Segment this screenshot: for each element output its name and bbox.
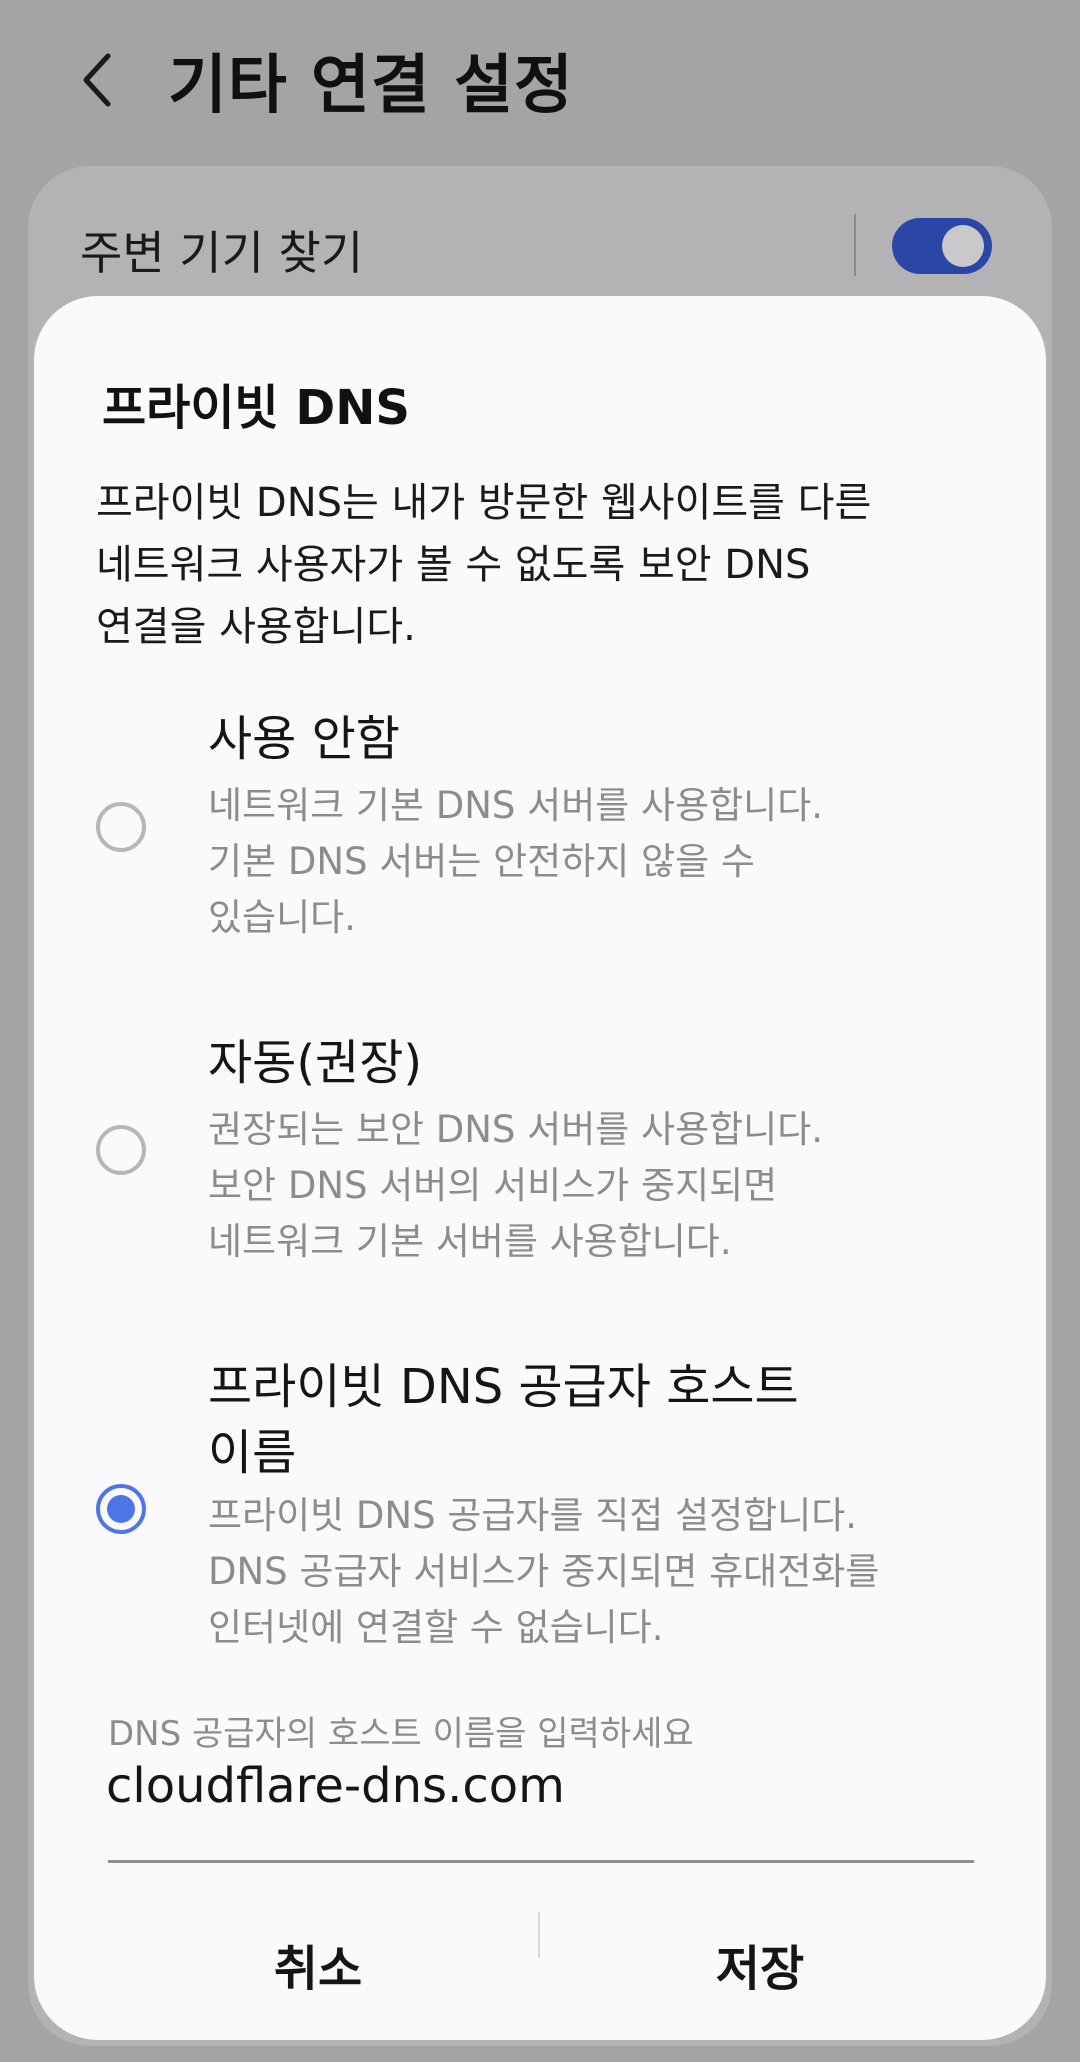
nearby-devices-toggle[interactable] <box>892 218 992 274</box>
top-app-bar: 기타 연결 설정 <box>0 0 1080 160</box>
nearby-devices-label: 주변 기기 찾기 <box>80 226 364 280</box>
option-auto-title: 자동(권장) <box>208 1035 423 1091</box>
page-title: 기타 연결 설정 <box>168 49 574 123</box>
dialog-title: 프라이빗 DNS <box>102 380 410 436</box>
option-off-title: 사용 안함 <box>208 711 400 767</box>
radio-hostname[interactable] <box>96 1484 146 1534</box>
option-hostname-description: 프라이빗 DNS 공급자를 직접 설정합니다. DNS 공급자 서비스가 중지되… <box>208 1494 880 1649</box>
dialog-description: 프라이빗 DNS는 내가 방문한 웹사이트를 다른 네트워크 사용자가 볼 수 … <box>96 480 872 650</box>
private-dns-dialog: 프라이빗 DNS 프라이빗 DNS는 내가 방문한 웹사이트를 다른 네트워크 … <box>34 296 1046 2040</box>
input-underline <box>108 1860 974 1863</box>
radio-auto[interactable] <box>96 1125 146 1175</box>
toggle-knob <box>942 225 984 267</box>
option-auto-description: 권장되는 보안 DNS 서버를 사용합니다. 보안 DNS 서버의 서비스가 중… <box>208 1108 824 1263</box>
hostname-input-label: DNS 공급자의 호스트 이름을 입력하세요 <box>108 1714 694 1754</box>
radio-off[interactable] <box>96 802 146 852</box>
option-off-description: 네트워크 기본 DNS 서버를 사용합니다. 기본 DNS 서버는 안전하지 않… <box>208 784 824 939</box>
hostname-input[interactable] <box>106 1758 966 1814</box>
row-divider <box>854 214 856 276</box>
option-hostname-title: 프라이빗 DNS 공급자 호스트 이름 <box>208 1359 799 1481</box>
chevron-left-icon[interactable] <box>78 50 118 110</box>
cancel-button[interactable]: 취소 <box>98 1894 538 2034</box>
save-button[interactable]: 저장 <box>540 1894 980 2034</box>
